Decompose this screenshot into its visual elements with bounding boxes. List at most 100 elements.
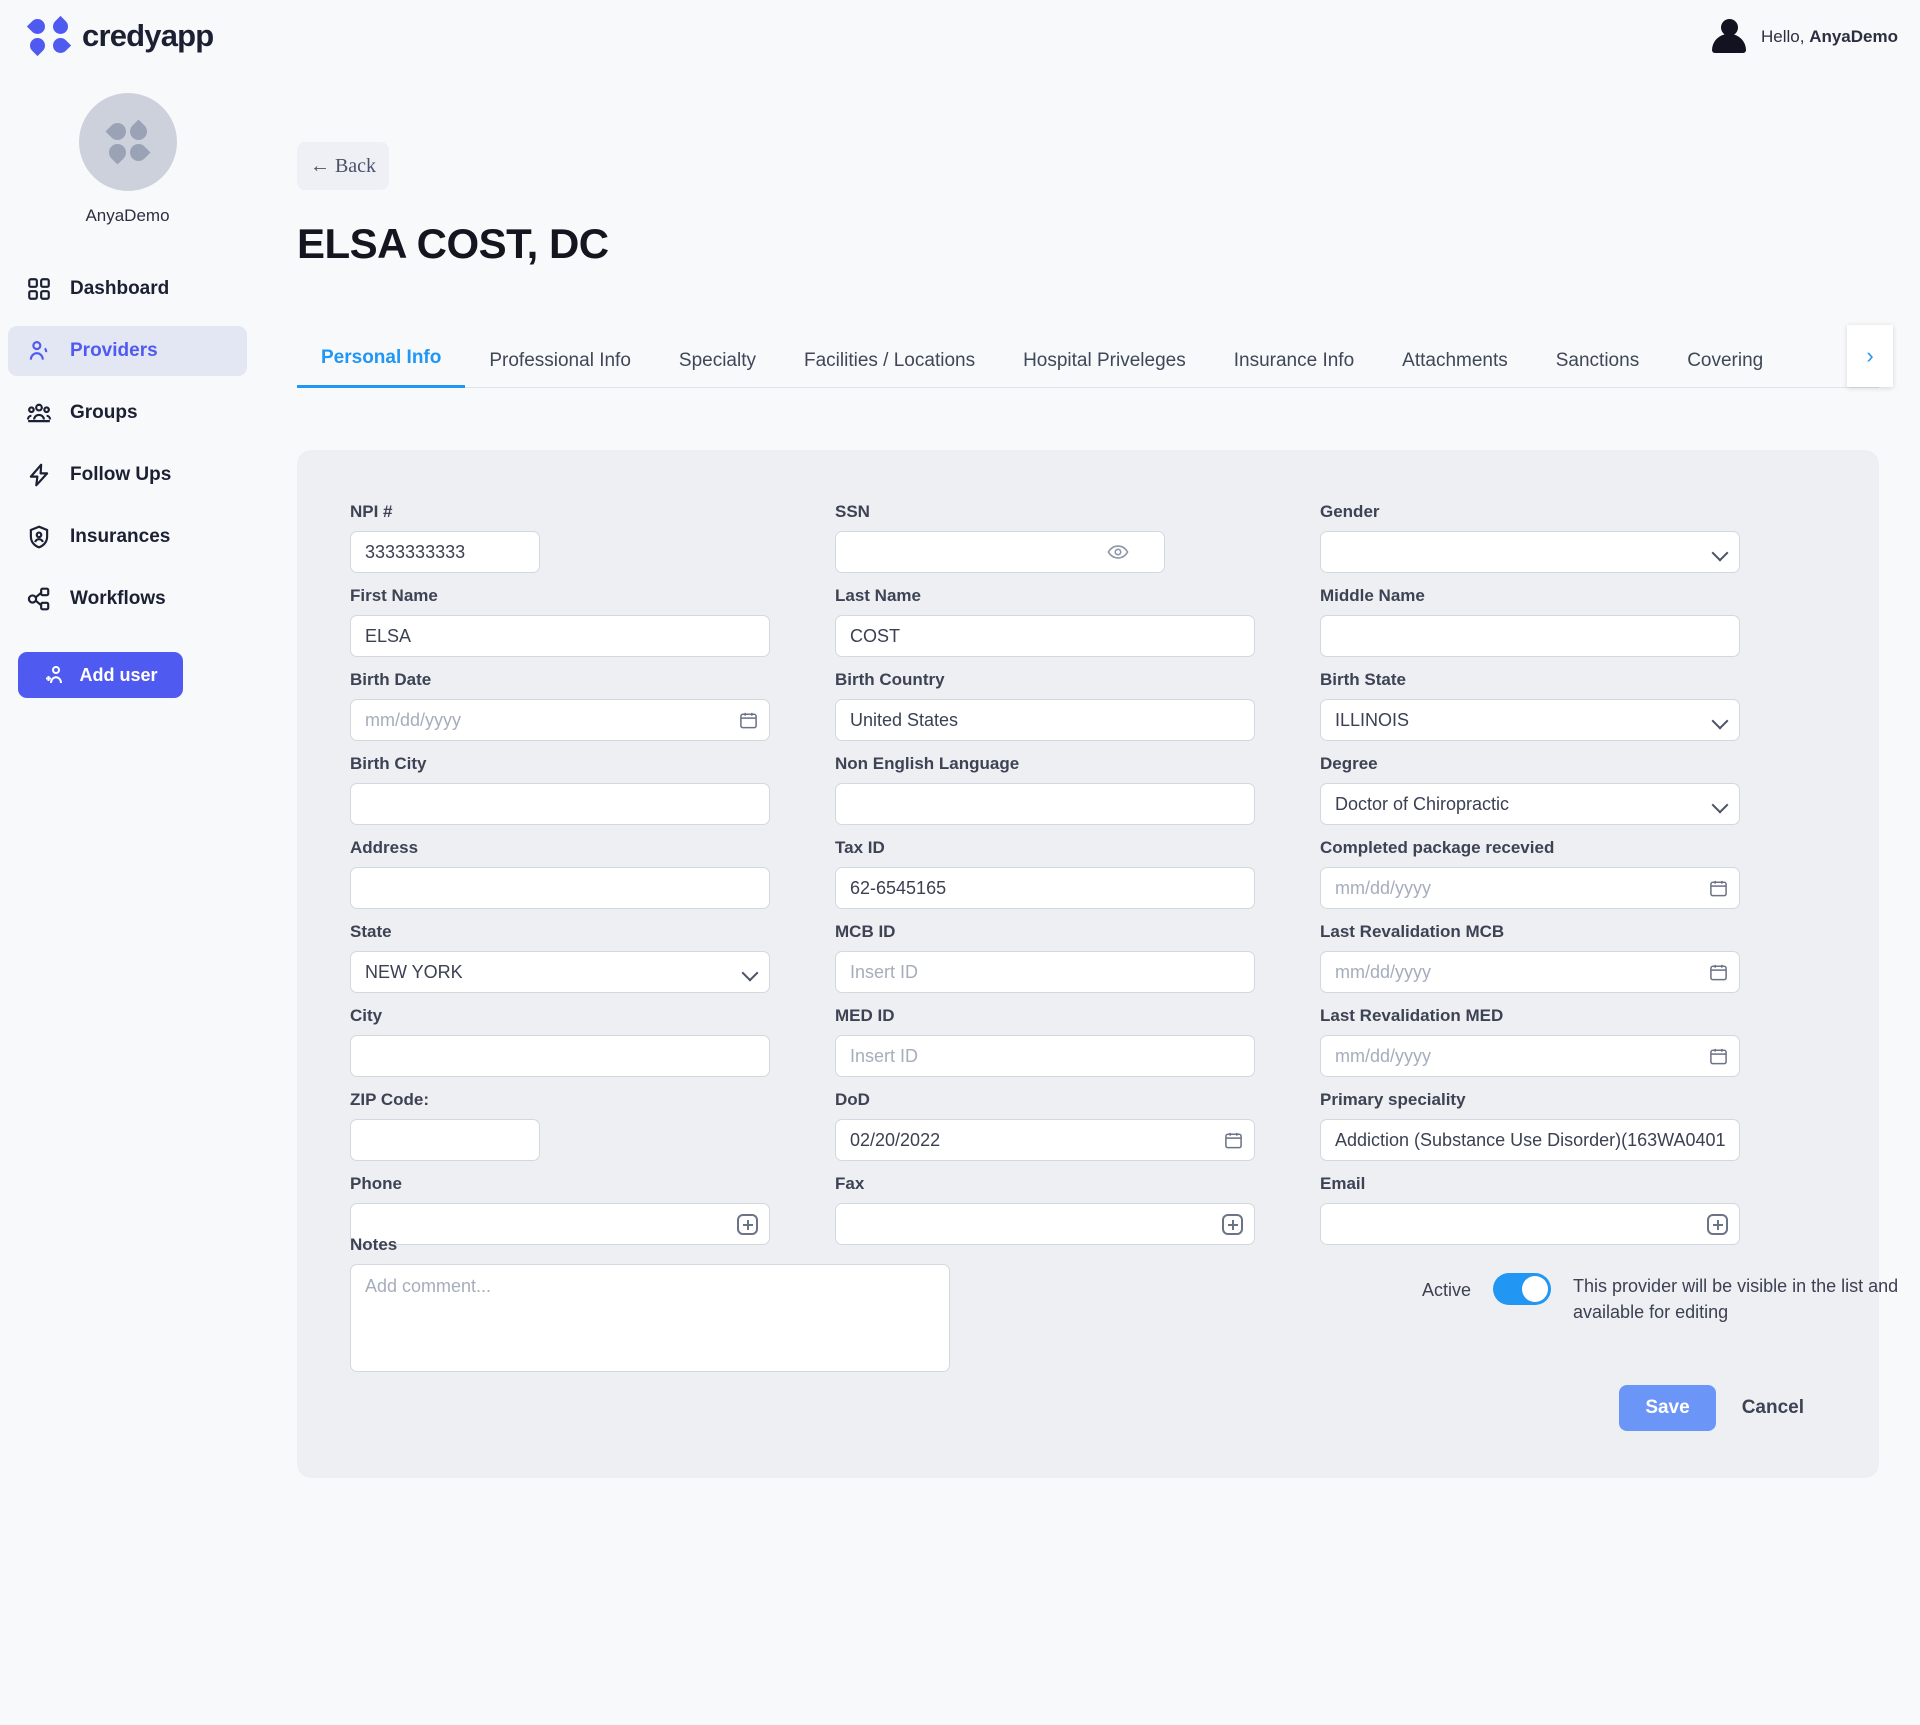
last-reval-med-label: Last Revalidation MED [1320, 1006, 1504, 1025]
field-last-name: Last Name [835, 586, 1255, 657]
phone-label: Phone [350, 1174, 402, 1193]
last-name-label: Last Name [835, 586, 921, 605]
sidebar-item-label: Insurances [70, 526, 171, 547]
sidebar-item-follow-ups[interactable]: Follow Ups [8, 450, 247, 500]
notes-textarea[interactable] [350, 1264, 950, 1372]
brand-name: credyapp [82, 18, 214, 53]
med-id-label: MED ID [835, 1006, 895, 1025]
active-toggle[interactable] [1493, 1273, 1552, 1305]
tab-covering-providers[interactable]: Covering P [1663, 350, 1768, 388]
sidebar-item-groups[interactable]: Groups [8, 388, 247, 438]
personal-info-form: NPI # SSN Gender [350, 502, 1830, 1258]
birth-country-label: Birth Country [835, 670, 945, 689]
sidebar-item-providers[interactable]: Providers [8, 326, 247, 376]
top-bar: credyapp Hello, AnyaDemo [0, 0, 1920, 80]
med-id-input[interactable] [835, 1035, 1255, 1077]
shield-icon [29, 525, 49, 549]
npi-label: NPI # [350, 502, 393, 521]
gender-select[interactable] [1320, 531, 1740, 573]
mcb-id-label: MCB ID [835, 922, 896, 941]
non-english-language-label: Non English Language [835, 754, 1020, 773]
back-button[interactable]: ← Back [297, 142, 389, 190]
address-input[interactable] [350, 867, 770, 909]
completed-package-input[interactable] [1320, 867, 1740, 909]
field-med-id: MED ID [835, 1006, 1255, 1077]
field-primary-speciality: Primary speciality [1320, 1090, 1740, 1161]
greeting-username: AnyaDemo [1809, 27, 1898, 46]
tab-hospital-priveleges[interactable]: Hospital Priveleges [999, 350, 1210, 388]
add-user-button[interactable]: Add user [18, 652, 183, 698]
field-birth-date: Birth Date [350, 670, 770, 741]
degree-label: Degree [1320, 754, 1378, 773]
add-fax-icon[interactable] [1222, 1214, 1243, 1235]
birth-country-input[interactable] [835, 699, 1255, 741]
non-english-language-input[interactable] [835, 783, 1255, 825]
tab-attachments[interactable]: Attachments [1378, 350, 1532, 388]
tab-specialty[interactable]: Specialty [655, 350, 780, 388]
zip-code-label: ZIP Code: [350, 1090, 430, 1109]
field-last-reval-mcb: Last Revalidation MCB [1320, 922, 1740, 993]
primary-speciality-input[interactable] [1320, 1119, 1740, 1161]
first-name-input[interactable] [350, 615, 770, 657]
last-reval-mcb-label: Last Revalidation MCB [1320, 922, 1505, 941]
user-greeting[interactable]: Hello, AnyaDemo [1710, 17, 1898, 57]
birth-city-input[interactable] [350, 783, 770, 825]
city-label: City [350, 1006, 383, 1025]
tab-sanctions[interactable]: Sanctions [1532, 350, 1663, 388]
middle-name-label: Middle Name [1320, 586, 1425, 605]
tab-bar: Personal Info Professional Info Specialt… [297, 325, 1893, 388]
last-reval-mcb-input[interactable] [1320, 951, 1740, 993]
eye-icon[interactable] [1107, 542, 1129, 562]
birth-state-select[interactable]: ILLINOIS [1320, 699, 1740, 741]
active-label: Active [1422, 1280, 1472, 1300]
last-reval-med-input[interactable] [1320, 1035, 1740, 1077]
state-label: State [350, 922, 392, 941]
field-non-english-language: Non English Language [835, 754, 1255, 825]
tab-professional-info[interactable]: Professional Info [465, 350, 655, 388]
field-address: Address [350, 838, 770, 909]
save-button[interactable]: Save [1619, 1385, 1716, 1431]
add-phone-icon[interactable] [737, 1214, 758, 1235]
field-gender: Gender [1320, 502, 1740, 573]
greeting-text: Hello, AnyaDemo [1761, 27, 1898, 47]
sidebar-item-label: Follow Ups [70, 464, 172, 485]
field-city: City [350, 1006, 770, 1077]
last-name-input[interactable] [835, 615, 1255, 657]
field-tax-id: Tax ID [835, 838, 1255, 909]
tab-insurance-info[interactable]: Insurance Info [1210, 350, 1378, 388]
email-label: Email [1320, 1174, 1366, 1193]
form-actions: Save Cancel [1619, 1385, 1804, 1431]
sidebar-item-insurances[interactable]: Insurances [8, 512, 247, 562]
bolt-icon [29, 463, 49, 487]
add-user-icon [46, 666, 63, 684]
workflow-icon [27, 587, 50, 611]
tab-next-button[interactable]: › [1847, 325, 1893, 387]
dod-input[interactable] [835, 1119, 1255, 1161]
tab-facilities-locations[interactable]: Facilities / Locations [780, 350, 999, 388]
field-birth-country: Birth Country [835, 670, 1255, 741]
tab-personal-info[interactable]: Personal Info [297, 347, 466, 388]
degree-select[interactable]: Doctor of Chiropractic [1320, 783, 1740, 825]
cancel-button[interactable]: Cancel [1742, 1397, 1804, 1419]
sidebar-avatar [78, 93, 177, 191]
sidebar: AnyaDemo Dashboard Providers Groups Foll… [0, 80, 255, 1725]
mcb-id-input[interactable] [835, 951, 1255, 993]
tax-id-input[interactable] [835, 867, 1255, 909]
main-content: ← Back ELSA COST, DC Personal Info Profe… [255, 80, 1920, 1725]
field-mcb-id: MCB ID [835, 922, 1255, 993]
birth-date-input[interactable] [350, 699, 770, 741]
brand-logo[interactable]: credyapp [26, 15, 214, 57]
groups-icon [26, 403, 52, 423]
city-input[interactable] [350, 1035, 770, 1077]
field-last-reval-med: Last Revalidation MED [1320, 1006, 1740, 1077]
sidebar-item-workflows[interactable]: Workflows [8, 574, 247, 624]
sidebar-item-dashboard[interactable]: Dashboard [8, 264, 247, 314]
active-toggle-row: Active This provider will be visible in … [1422, 1273, 1920, 1325]
add-user-label: Add user [79, 664, 158, 685]
state-select[interactable]: NEW YORK [350, 951, 770, 993]
npi-input[interactable] [350, 531, 540, 573]
add-email-icon[interactable] [1707, 1214, 1728, 1235]
zip-code-input[interactable] [350, 1119, 540, 1161]
avatar [1710, 17, 1748, 57]
middle-name-input[interactable] [1320, 615, 1740, 657]
